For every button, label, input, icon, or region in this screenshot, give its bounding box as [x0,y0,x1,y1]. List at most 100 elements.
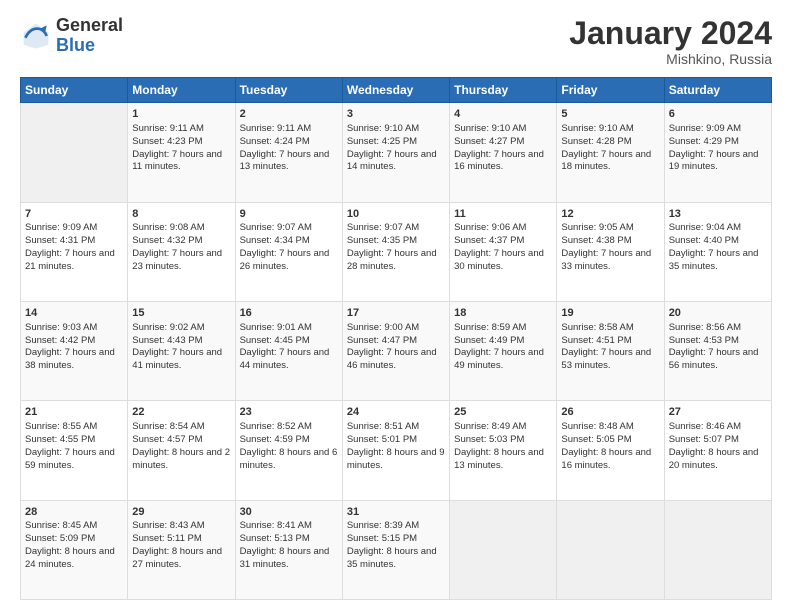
daylight-text: Daylight: 8 hours and 2 minutes. [132,447,230,471]
sunrise-text: Sunrise: 8:58 AM [561,322,633,333]
table-row: 8Sunrise: 9:08 AMSunset: 4:32 PMDaylight… [128,202,235,301]
calendar-week-row: 28Sunrise: 8:45 AMSunset: 5:09 PMDayligh… [21,500,772,599]
sunset-text: Sunset: 4:25 PM [347,136,417,147]
header-wednesday: Wednesday [342,78,449,103]
day-number: 21 [25,405,123,420]
sunset-text: Sunset: 4:45 PM [240,335,310,346]
calendar-week-row: 1 Sunrise: 9:11 AM Sunset: 4:23 PM Daylight… [21,103,772,202]
day-number: 4 [454,107,552,122]
table-row: 1Sunrise: 9:11 AMSunset: 4:23 PMDaylight… [128,103,235,202]
sunset-text: Sunset: 4:53 PM [669,335,739,346]
sunrise-text: Sunrise: 8:46 AM [669,421,741,432]
sunrise-text: Sunrise: 9:09 AM [669,123,741,134]
sunset-text: Sunset: 5:03 PM [454,434,524,445]
table-row: 11Sunrise: 9:06 AMSunset: 4:37 PMDayligh… [450,202,557,301]
header-friday: Friday [557,78,664,103]
day-number: 2 [240,107,338,122]
sunrise-text: Sunrise: 9:04 AM [669,222,741,233]
sunset-text: Sunset: 4:43 PM [132,335,202,346]
daylight-text: Daylight: 7 hours and 33 minutes. [561,248,651,272]
table-row: 28Sunrise: 8:45 AMSunset: 5:09 PMDayligh… [21,500,128,599]
table-row [450,500,557,599]
sunset-text: Sunset: 5:13 PM [240,533,310,544]
sunset-text: Sunset: 4:40 PM [669,235,739,246]
table-row: 21Sunrise: 8:55 AMSunset: 4:55 PMDayligh… [21,401,128,500]
table-row: 12Sunrise: 9:05 AMSunset: 4:38 PMDayligh… [557,202,664,301]
table-row: 29Sunrise: 8:43 AMSunset: 5:11 PMDayligh… [128,500,235,599]
sunrise-text: Sunrise: 8:49 AM [454,421,526,432]
sunrise-text: Sunrise: 8:48 AM [561,421,633,432]
sunset-text: Sunset: 5:07 PM [669,434,739,445]
daylight-text: Daylight: 7 hours and 41 minutes. [132,347,222,371]
table-row: 24Sunrise: 8:51 AMSunset: 5:01 PMDayligh… [342,401,449,500]
table-row: 22Sunrise: 8:54 AMSunset: 4:57 PMDayligh… [128,401,235,500]
table-row [557,500,664,599]
sunset-text: Sunset: 4:29 PM [669,136,739,147]
day-number: 3 [347,107,445,122]
table-row: 25Sunrise: 8:49 AM Sunset: 5:03 PM Dayligh… [450,401,557,500]
day-number: 9 [240,207,338,222]
sunset-text: Sunset: 4:57 PM [132,434,202,445]
sunrise-text: Sunrise: 9:10 AM [561,123,633,134]
daylight-text: Daylight: 8 hours and 27 minutes. [132,546,222,570]
sunset-text: Sunset: 5:15 PM [347,533,417,544]
daylight-text: Daylight: 7 hours and 19 minutes. [669,149,759,173]
sunrise-text: Sunrise: 9:01 AM [240,322,312,333]
table-row: 19Sunrise: 8:58 AMSunset: 4:51 PMDayligh… [557,301,664,400]
logo: General Blue [20,16,123,56]
sunset-text: Sunset: 4:38 PM [561,235,631,246]
day-number: 25 [454,405,552,420]
sunrise-text: Sunrise: 9:11 AM [240,123,312,134]
daylight-text: Daylight: 7 hours and 18 minutes. [561,149,651,173]
table-row: 4Sunrise: 9:10 AMSunset: 4:27 PMDaylight… [450,103,557,202]
sunrise-text: Sunrise: 8:45 AM [25,520,97,531]
sunset-text: Sunset: 4:37 PM [454,235,524,246]
daylight-text: Daylight: 8 hours and 16 minutes. [561,447,651,471]
daylight-text: Daylight: 7 hours and 26 minutes. [240,248,330,272]
day-number: 24 [347,405,445,420]
calendar-week-row: 7Sunrise: 9:09 AMSunset: 4:31 PMDaylight… [21,202,772,301]
sunset-text: Sunset: 4:24 PM [240,136,310,147]
logo-general-text: General [56,16,123,36]
day-number: 26 [561,405,659,420]
sunset-text: Sunset: 5:11 PM [132,533,202,544]
day-number: 17 [347,306,445,321]
daylight-text: Daylight: 8 hours and 24 minutes. [25,546,115,570]
daylight-text: Daylight: 7 hours and 16 minutes. [454,149,544,173]
day-number: 5 [561,107,659,122]
table-row: 27Sunrise: 8:46 AMSunset: 5:07 PMDayligh… [664,401,771,500]
daylight-text: Daylight: 8 hours and 31 minutes. [240,546,330,570]
header-sunday: Sunday [21,78,128,103]
sunset-text: Sunset: 5:05 PM [561,434,631,445]
day-number: 28 [25,505,123,520]
table-row: 31Sunrise: 8:39 AMSunset: 5:15 PMDayligh… [342,500,449,599]
daylight-text: Daylight: 7 hours and 59 minutes. [25,447,115,471]
sunset-text: Sunset: 4:28 PM [561,136,631,147]
location: Mishkino, Russia [569,51,772,67]
table-row: 23Sunrise: 8:52 AMSunset: 4:59 PMDayligh… [235,401,342,500]
day-number: 23 [240,405,338,420]
sunset-text: Sunset: 4:35 PM [347,235,417,246]
daylight-text: Daylight: 8 hours and 13 minutes. [454,447,544,471]
sunset-text: Sunset: 4:42 PM [25,335,95,346]
day-number: 27 [669,405,767,420]
table-row: 7Sunrise: 9:09 AMSunset: 4:31 PMDaylight… [21,202,128,301]
table-row: 9Sunrise: 9:07 AM Sunset: 4:34 PM Daylight… [235,202,342,301]
logo-blue-text: Blue [56,36,123,56]
day-number: 20 [669,306,767,321]
header-thursday: Thursday [450,78,557,103]
daylight-text: Daylight: 7 hours and 49 minutes. [454,347,544,371]
table-row: 13Sunrise: 9:04 AMSunset: 4:40 PMDayligh… [664,202,771,301]
sunrise-text: Sunrise: 9:00 AM [347,322,419,333]
daylight-text: Daylight: 7 hours and 53 minutes. [561,347,651,371]
daylight-text: Daylight: 7 hours and 28 minutes. [347,248,437,272]
day-number: 1 [132,107,230,122]
sunset-text: Sunset: 4:23 PM [132,136,202,147]
sunrise-text: Sunrise: 8:52 AM [240,421,312,432]
daylight-text: Daylight: 7 hours and 13 minutes. [240,149,330,173]
sunrise-text: Sunrise: 9:07 AM [240,222,312,233]
table-row: 20Sunrise: 8:56 AMSunset: 4:53 PMDayligh… [664,301,771,400]
sunset-text: Sunset: 4:34 PM [240,235,310,246]
sunset-text: Sunset: 5:01 PM [347,434,417,445]
weekday-header-row: Sunday Monday Tuesday Wednesday Thursday… [21,78,772,103]
